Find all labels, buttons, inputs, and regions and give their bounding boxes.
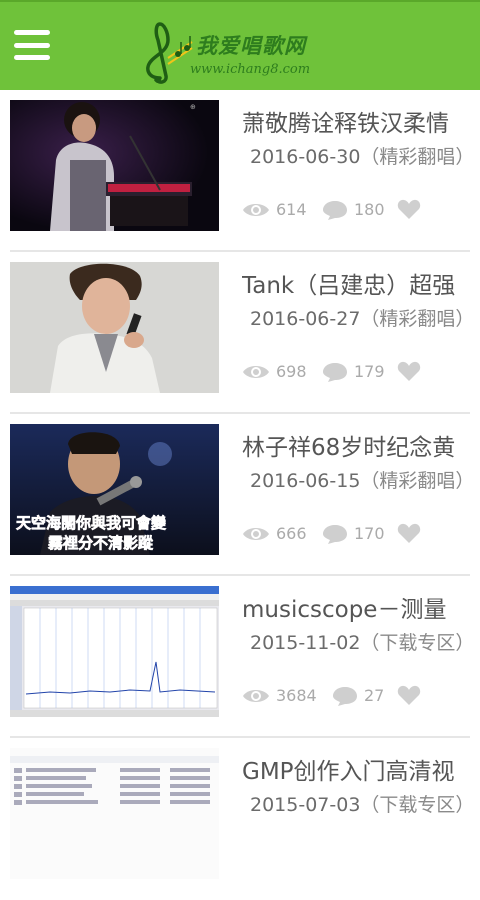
thumbnail-image[interactable]: ⊕ <box>10 100 219 231</box>
item-stats: 698 179 <box>242 360 472 384</box>
comment-count[interactable]: 180 <box>322 198 385 222</box>
thumbnail-image[interactable] <box>10 262 219 393</box>
lyrics-line-1: 天空海闊你與我可會變 <box>16 514 167 532</box>
view-count: 698 <box>242 360 307 384</box>
app-header: 我爱唱歌网 www.ichang8.com <box>0 0 480 90</box>
item-date: 2016-06-30 <box>250 146 361 168</box>
item-meta: 2016-06-27（精彩翻唱） <box>250 304 474 331</box>
item-category: （下载专区） <box>360 794 475 816</box>
view-count: 666 <box>242 522 307 546</box>
view-count: 614 <box>242 198 307 222</box>
heart-icon <box>397 685 421 705</box>
item-meta: 2015-11-02（下载专区） <box>250 628 474 655</box>
item-title[interactable]: musicscope－测量 <box>242 590 480 624</box>
item-title[interactable]: Tank（吕建忠）超强 <box>242 266 480 300</box>
item-stats: 666 170 <box>242 522 472 546</box>
comment-icon <box>323 363 347 382</box>
comment-icon <box>333 687 357 706</box>
list-item[interactable]: Tank（吕建忠）超强 2016-06-27（精彩翻唱） 698 179 <box>0 252 480 414</box>
logo-url: www.ichang8.com <box>190 62 311 77</box>
treble-clef-icon <box>146 22 193 84</box>
logo-title: 我爱唱歌网 <box>196 33 306 58</box>
like-button[interactable] <box>397 684 421 706</box>
item-date: 2016-06-27 <box>250 308 361 330</box>
like-button[interactable] <box>397 198 421 220</box>
heart-icon <box>397 523 421 543</box>
item-category: （精彩翻唱） <box>360 146 475 168</box>
thumbnail-image[interactable] <box>10 586 219 717</box>
list-item[interactable]: ⊕ 萧敬腾诠释铁汉柔情 2016-06-30（精彩翻唱） 614 180 <box>0 90 480 252</box>
comment-count[interactable]: 179 <box>322 360 385 384</box>
view-count: 3684 <box>242 684 317 708</box>
thumbnail-image[interactable]: 天空海闊你與我可會變 霧裡分不清影蹤 <box>10 424 219 555</box>
eye-icon <box>243 528 269 540</box>
list-item[interactable]: 天空海闊你與我可會變 霧裡分不清影蹤 林子祥68岁时纪念黄 2016-06-15… <box>0 414 480 576</box>
eye-icon <box>243 366 269 378</box>
site-logo[interactable]: 我爱唱歌网 www.ichang8.com <box>138 14 338 84</box>
item-date: 2015-07-03 <box>250 794 361 816</box>
list-item[interactable]: GMP创作入门高清视 2015-07-03（下载专区） <box>0 738 480 900</box>
comment-count[interactable]: 27 <box>332 684 384 708</box>
heart-icon <box>397 361 421 381</box>
like-button[interactable] <box>397 360 421 382</box>
item-stats: 3684 27 <box>242 684 472 708</box>
item-meta: 2015-07-03（下载专区） <box>250 790 474 817</box>
lyrics-line-2: 霧裡分不清影蹤 <box>48 534 154 552</box>
item-title[interactable]: GMP创作入门高清视 <box>242 752 480 786</box>
item-meta: 2016-06-15（精彩翻唱） <box>250 466 474 493</box>
item-category: （下载专区） <box>360 632 475 654</box>
item-date: 2016-06-15 <box>250 470 361 492</box>
heart-icon <box>397 199 421 219</box>
item-category: （精彩翻唱） <box>360 308 475 330</box>
item-title[interactable]: 萧敬腾诠释铁汉柔情 <box>242 104 480 138</box>
item-meta: 2016-06-30（精彩翻唱） <box>250 142 474 169</box>
item-stats: 614 180 <box>242 198 472 222</box>
svg-text:⊕: ⊕ <box>190 103 196 111</box>
comment-icon <box>323 525 347 544</box>
item-category: （精彩翻唱） <box>360 470 475 492</box>
menu-icon[interactable] <box>14 30 50 60</box>
item-title[interactable]: 林子祥68岁时纪念黄 <box>242 428 480 462</box>
list-item[interactable]: musicscope－测量 2015-11-02（下载专区） 3684 27 <box>0 576 480 738</box>
comment-icon <box>323 201 347 220</box>
like-button[interactable] <box>397 522 421 544</box>
eye-icon <box>243 690 269 702</box>
thumbnail-image[interactable] <box>10 748 219 879</box>
comment-count[interactable]: 170 <box>322 522 385 546</box>
item-date: 2015-11-02 <box>250 632 361 654</box>
eye-icon <box>243 204 269 216</box>
